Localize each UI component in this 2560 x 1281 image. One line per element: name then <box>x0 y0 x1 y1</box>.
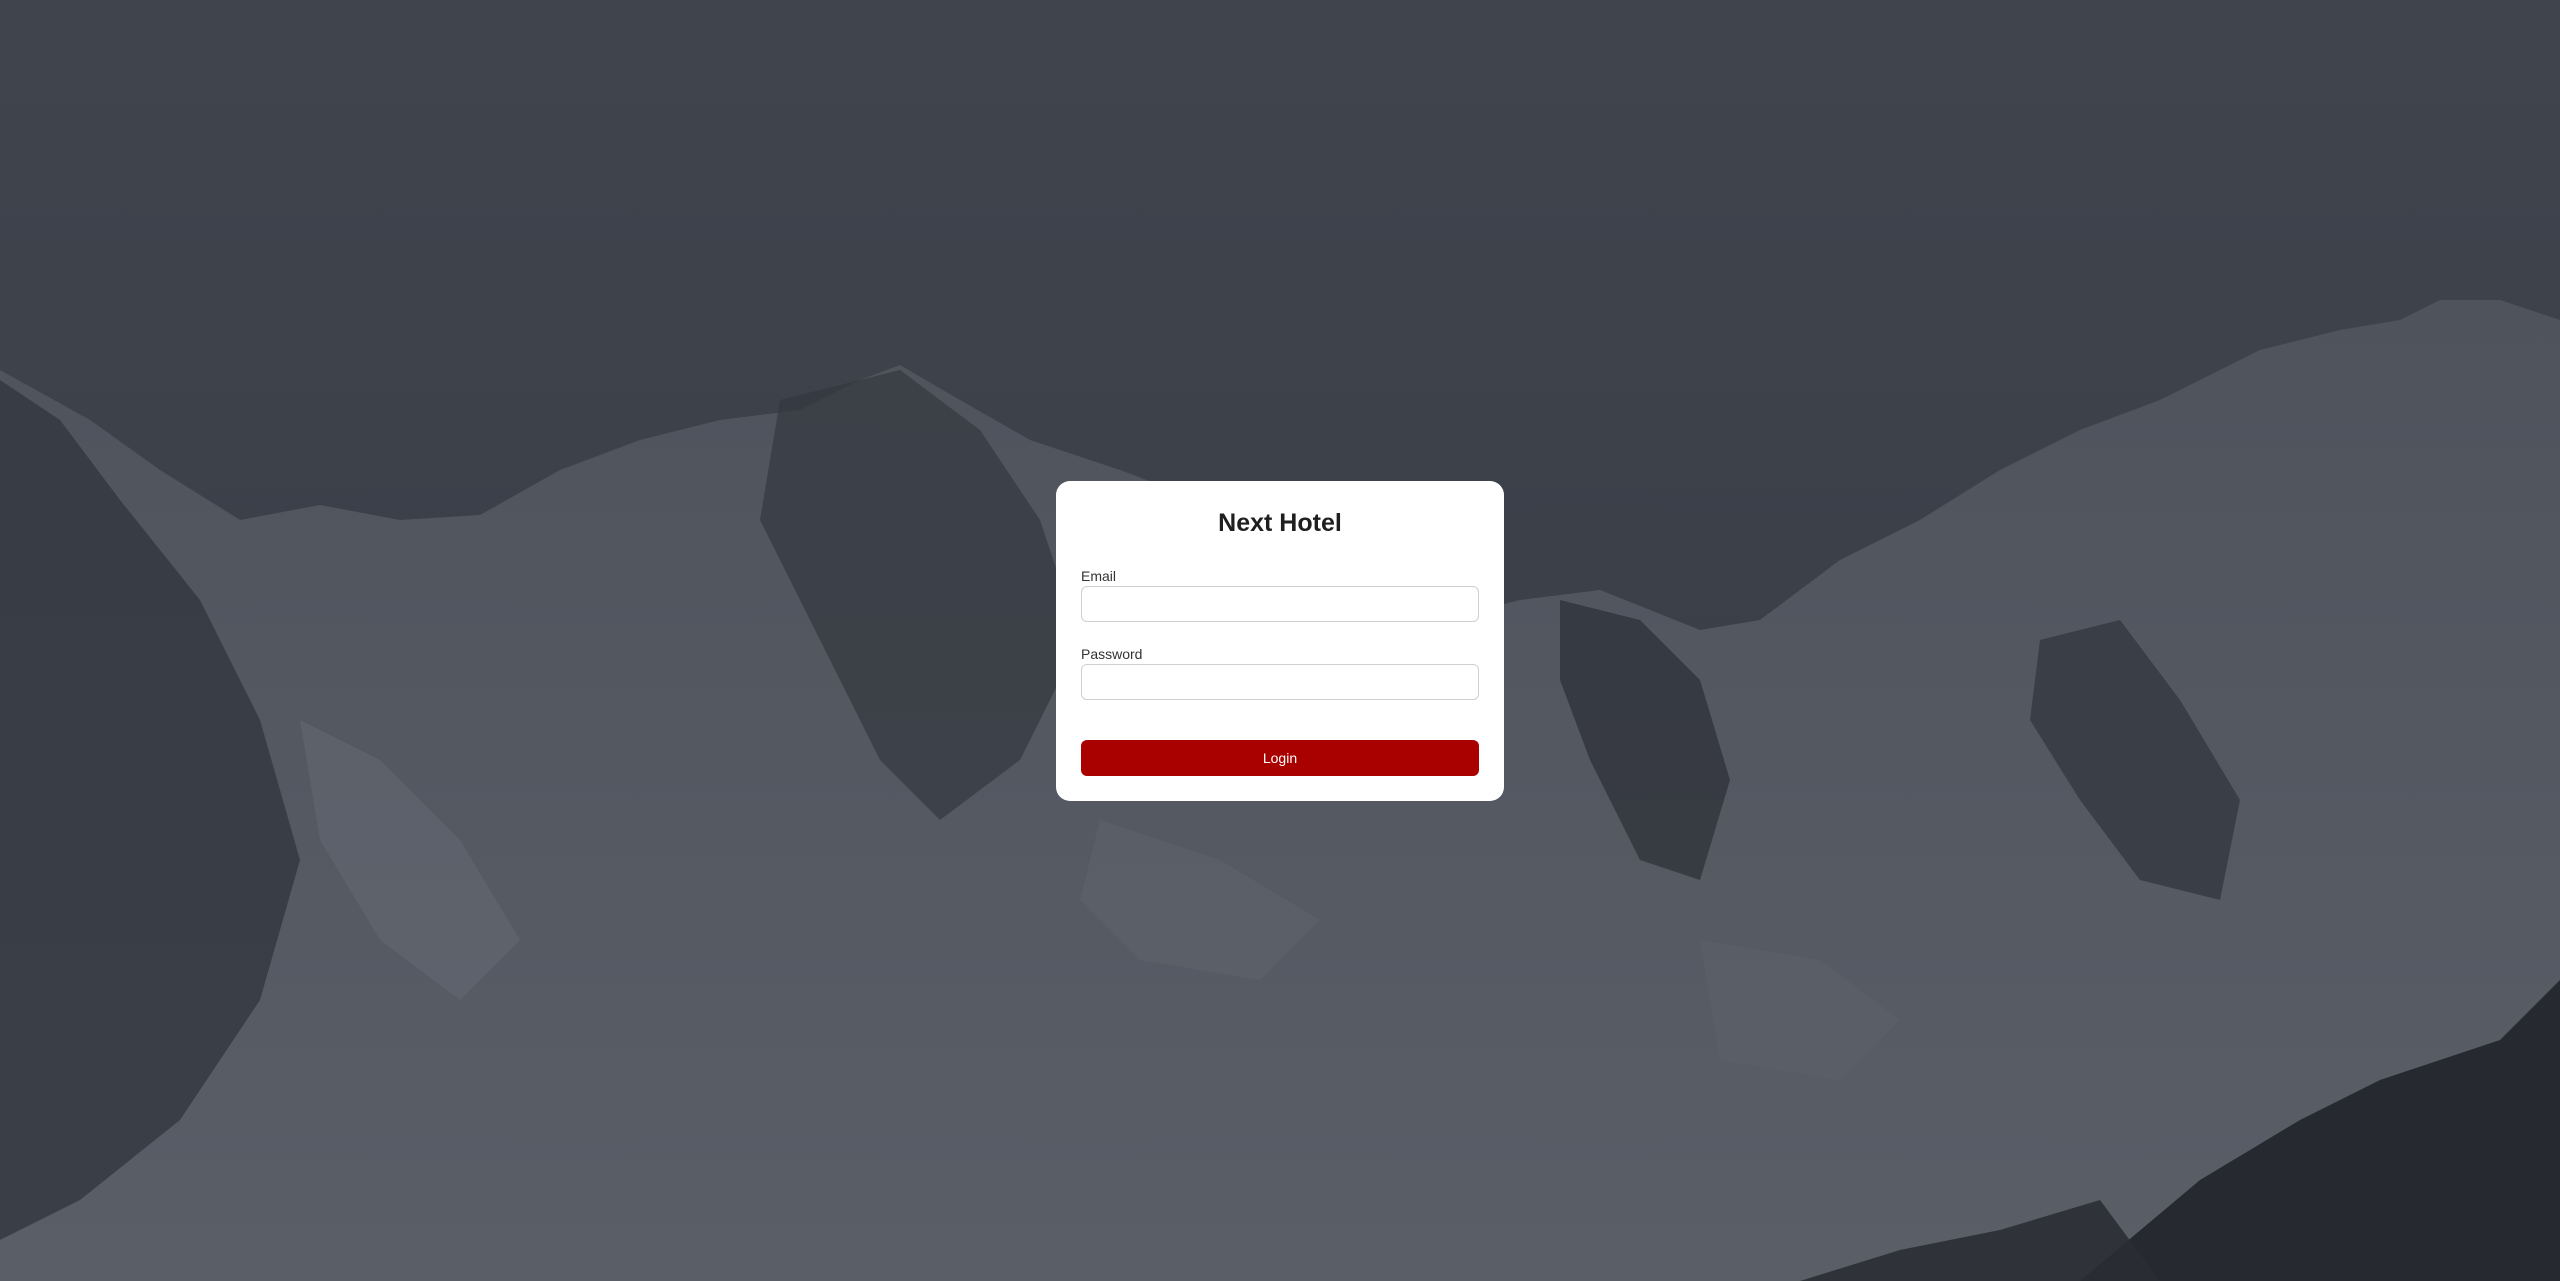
email-label: Email <box>1081 568 1117 584</box>
password-label: Password <box>1081 646 1143 662</box>
page-title: Next Hotel <box>1218 509 1342 537</box>
password-field[interactable] <box>1081 664 1479 700</box>
login-card: Next Hotel Email Password Login <box>1056 481 1504 801</box>
login-button[interactable]: Login <box>1081 740 1479 776</box>
email-field[interactable] <box>1081 586 1479 622</box>
